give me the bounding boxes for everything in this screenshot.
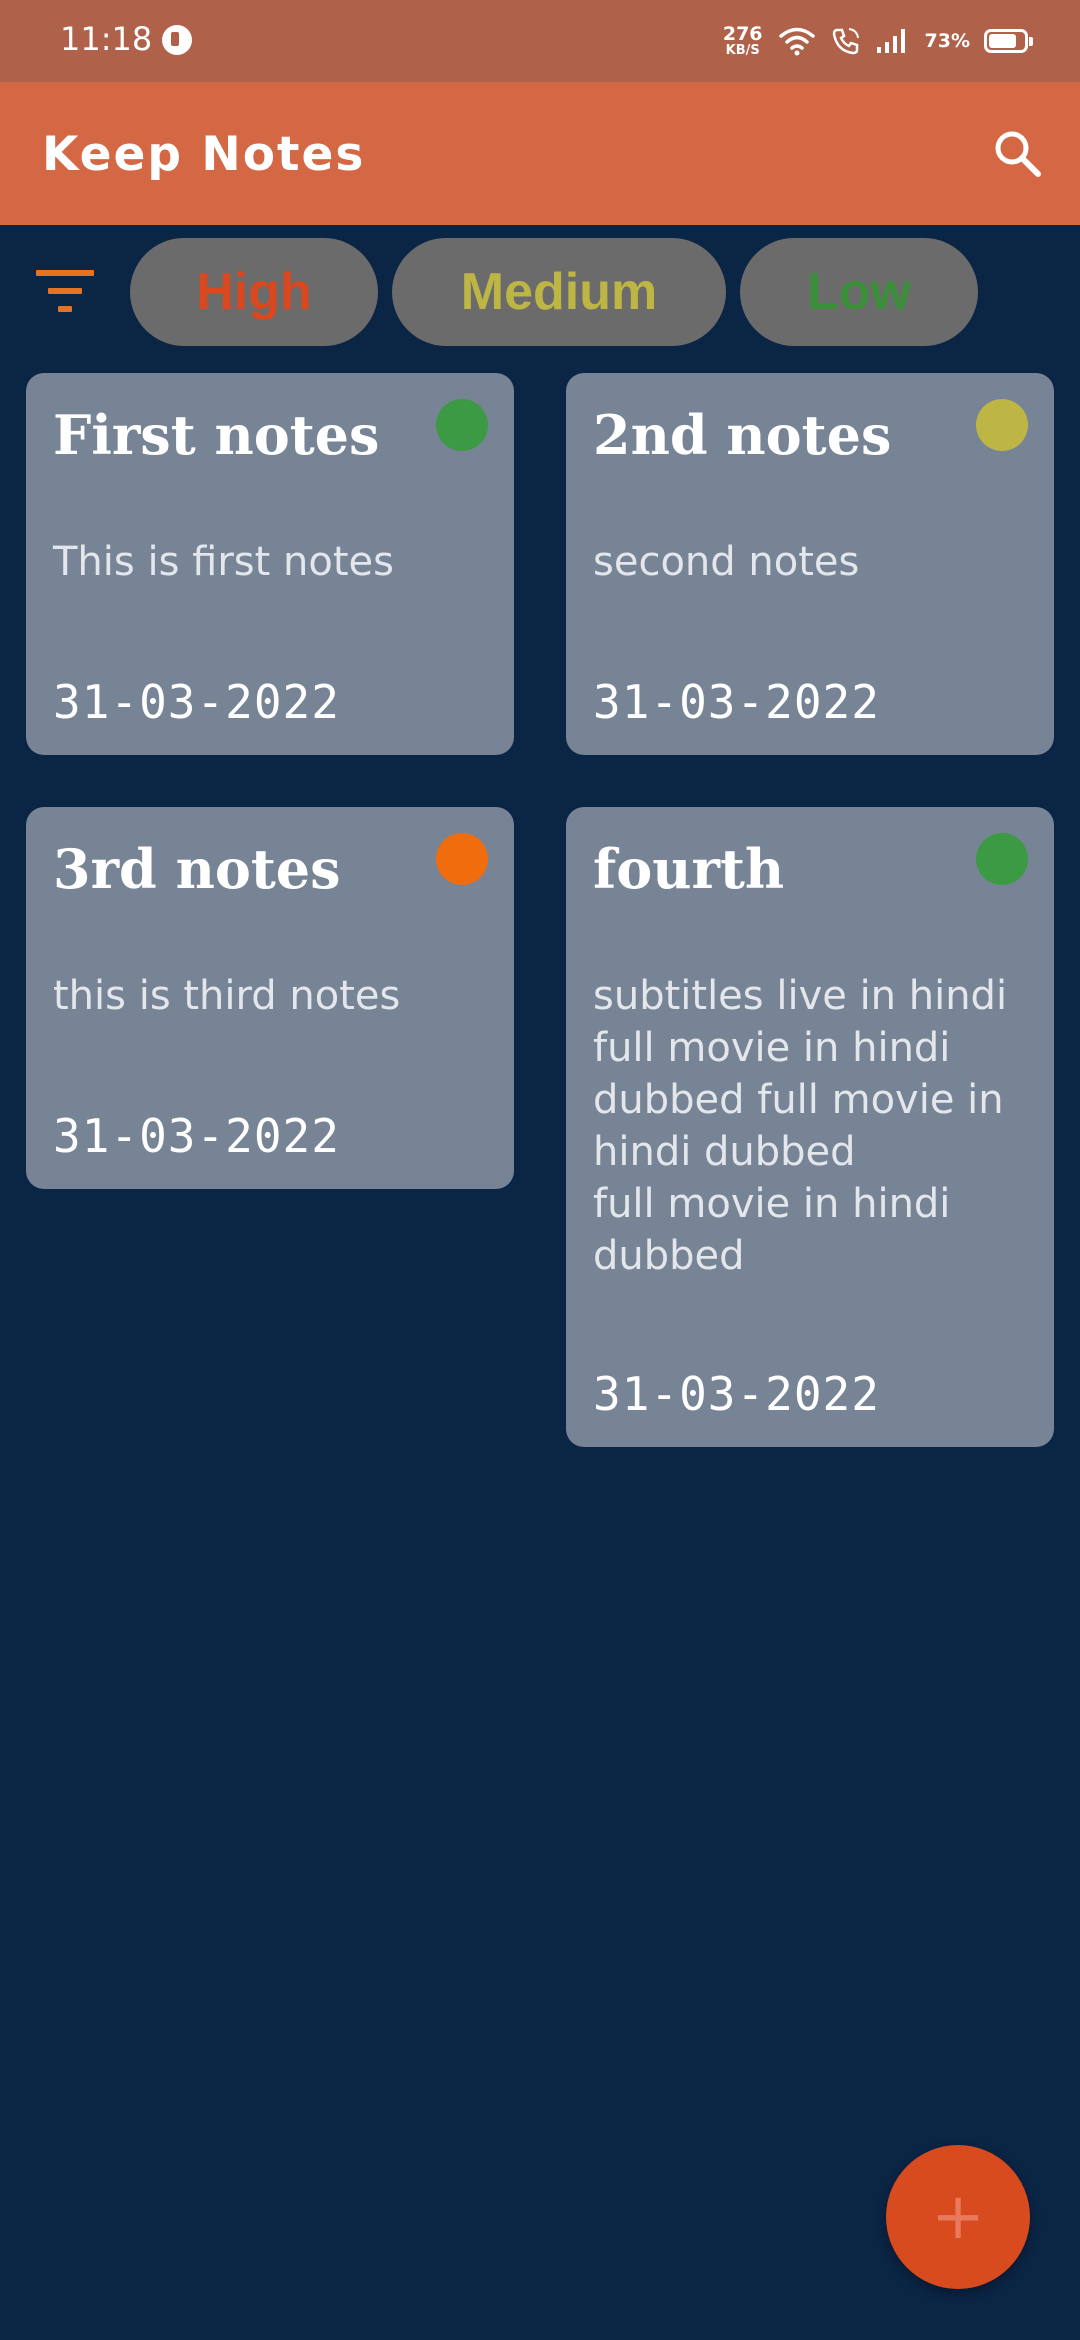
status-bar: 11:18 276 KB/S 73% — [0, 0, 1080, 82]
note-title: First notes — [53, 403, 380, 467]
signal-icon — [876, 29, 905, 53]
network-speed: 276 KB/S — [722, 23, 763, 58]
priority-indicator — [436, 399, 488, 451]
note-body: This is first notes — [53, 539, 394, 585]
wifi-icon — [778, 27, 815, 56]
note-title: 3rd notes — [53, 837, 341, 901]
status-time: 11:18 — [60, 20, 153, 58]
filter-icon[interactable] — [34, 268, 96, 316]
add-icon: + — [931, 2180, 985, 2254]
battery-icon — [984, 29, 1033, 53]
app-title: Keep Notes — [42, 127, 366, 182]
note-body: second notes — [593, 539, 860, 585]
wifi-calling-icon — [832, 28, 859, 55]
note-date: 31-03-2022 — [53, 675, 340, 729]
note-title: 2nd notes — [593, 403, 892, 467]
filter-chip-medium[interactable]: Medium — [392, 238, 726, 346]
search-icon[interactable] — [990, 126, 1046, 182]
add-note-button[interactable]: + — [886, 2145, 1030, 2289]
note-card[interactable]: 2nd notes second notes 31-03-2022 — [566, 373, 1054, 755]
note-body: subtitles live in hindi full movie in hi… — [593, 973, 1008, 1279]
priority-indicator — [976, 399, 1028, 451]
filter-chip-high-label: High — [196, 263, 312, 321]
network-speed-value: 276 — [722, 23, 763, 45]
note-title: fourth — [593, 837, 785, 901]
filter-chip-low-label: Low — [807, 263, 911, 321]
app-notification-icon — [162, 25, 192, 55]
filter-chip-low[interactable]: Low — [740, 238, 978, 346]
note-date: 31-03-2022 — [593, 675, 880, 729]
network-speed-unit: KB/S — [725, 43, 760, 58]
app-bar: Keep Notes — [0, 82, 1080, 225]
battery-percent: 73% — [924, 30, 970, 52]
filter-chip-medium-label: Medium — [460, 263, 658, 321]
priority-indicator — [436, 833, 488, 885]
status-indicators: 276 KB/S 73% — [722, 18, 1033, 64]
note-card[interactable]: 3rd notes this is third notes 31-03-2022 — [26, 807, 514, 1189]
priority-indicator — [976, 833, 1028, 885]
note-date: 31-03-2022 — [593, 1367, 880, 1421]
note-card[interactable]: fourth subtitles live in hindi full movi… — [566, 807, 1054, 1447]
note-body: this is third notes — [53, 973, 401, 1019]
note-date: 31-03-2022 — [53, 1109, 340, 1163]
filter-chip-high[interactable]: High — [130, 238, 378, 346]
note-card[interactable]: First notes This is first notes 31-03-20… — [26, 373, 514, 755]
